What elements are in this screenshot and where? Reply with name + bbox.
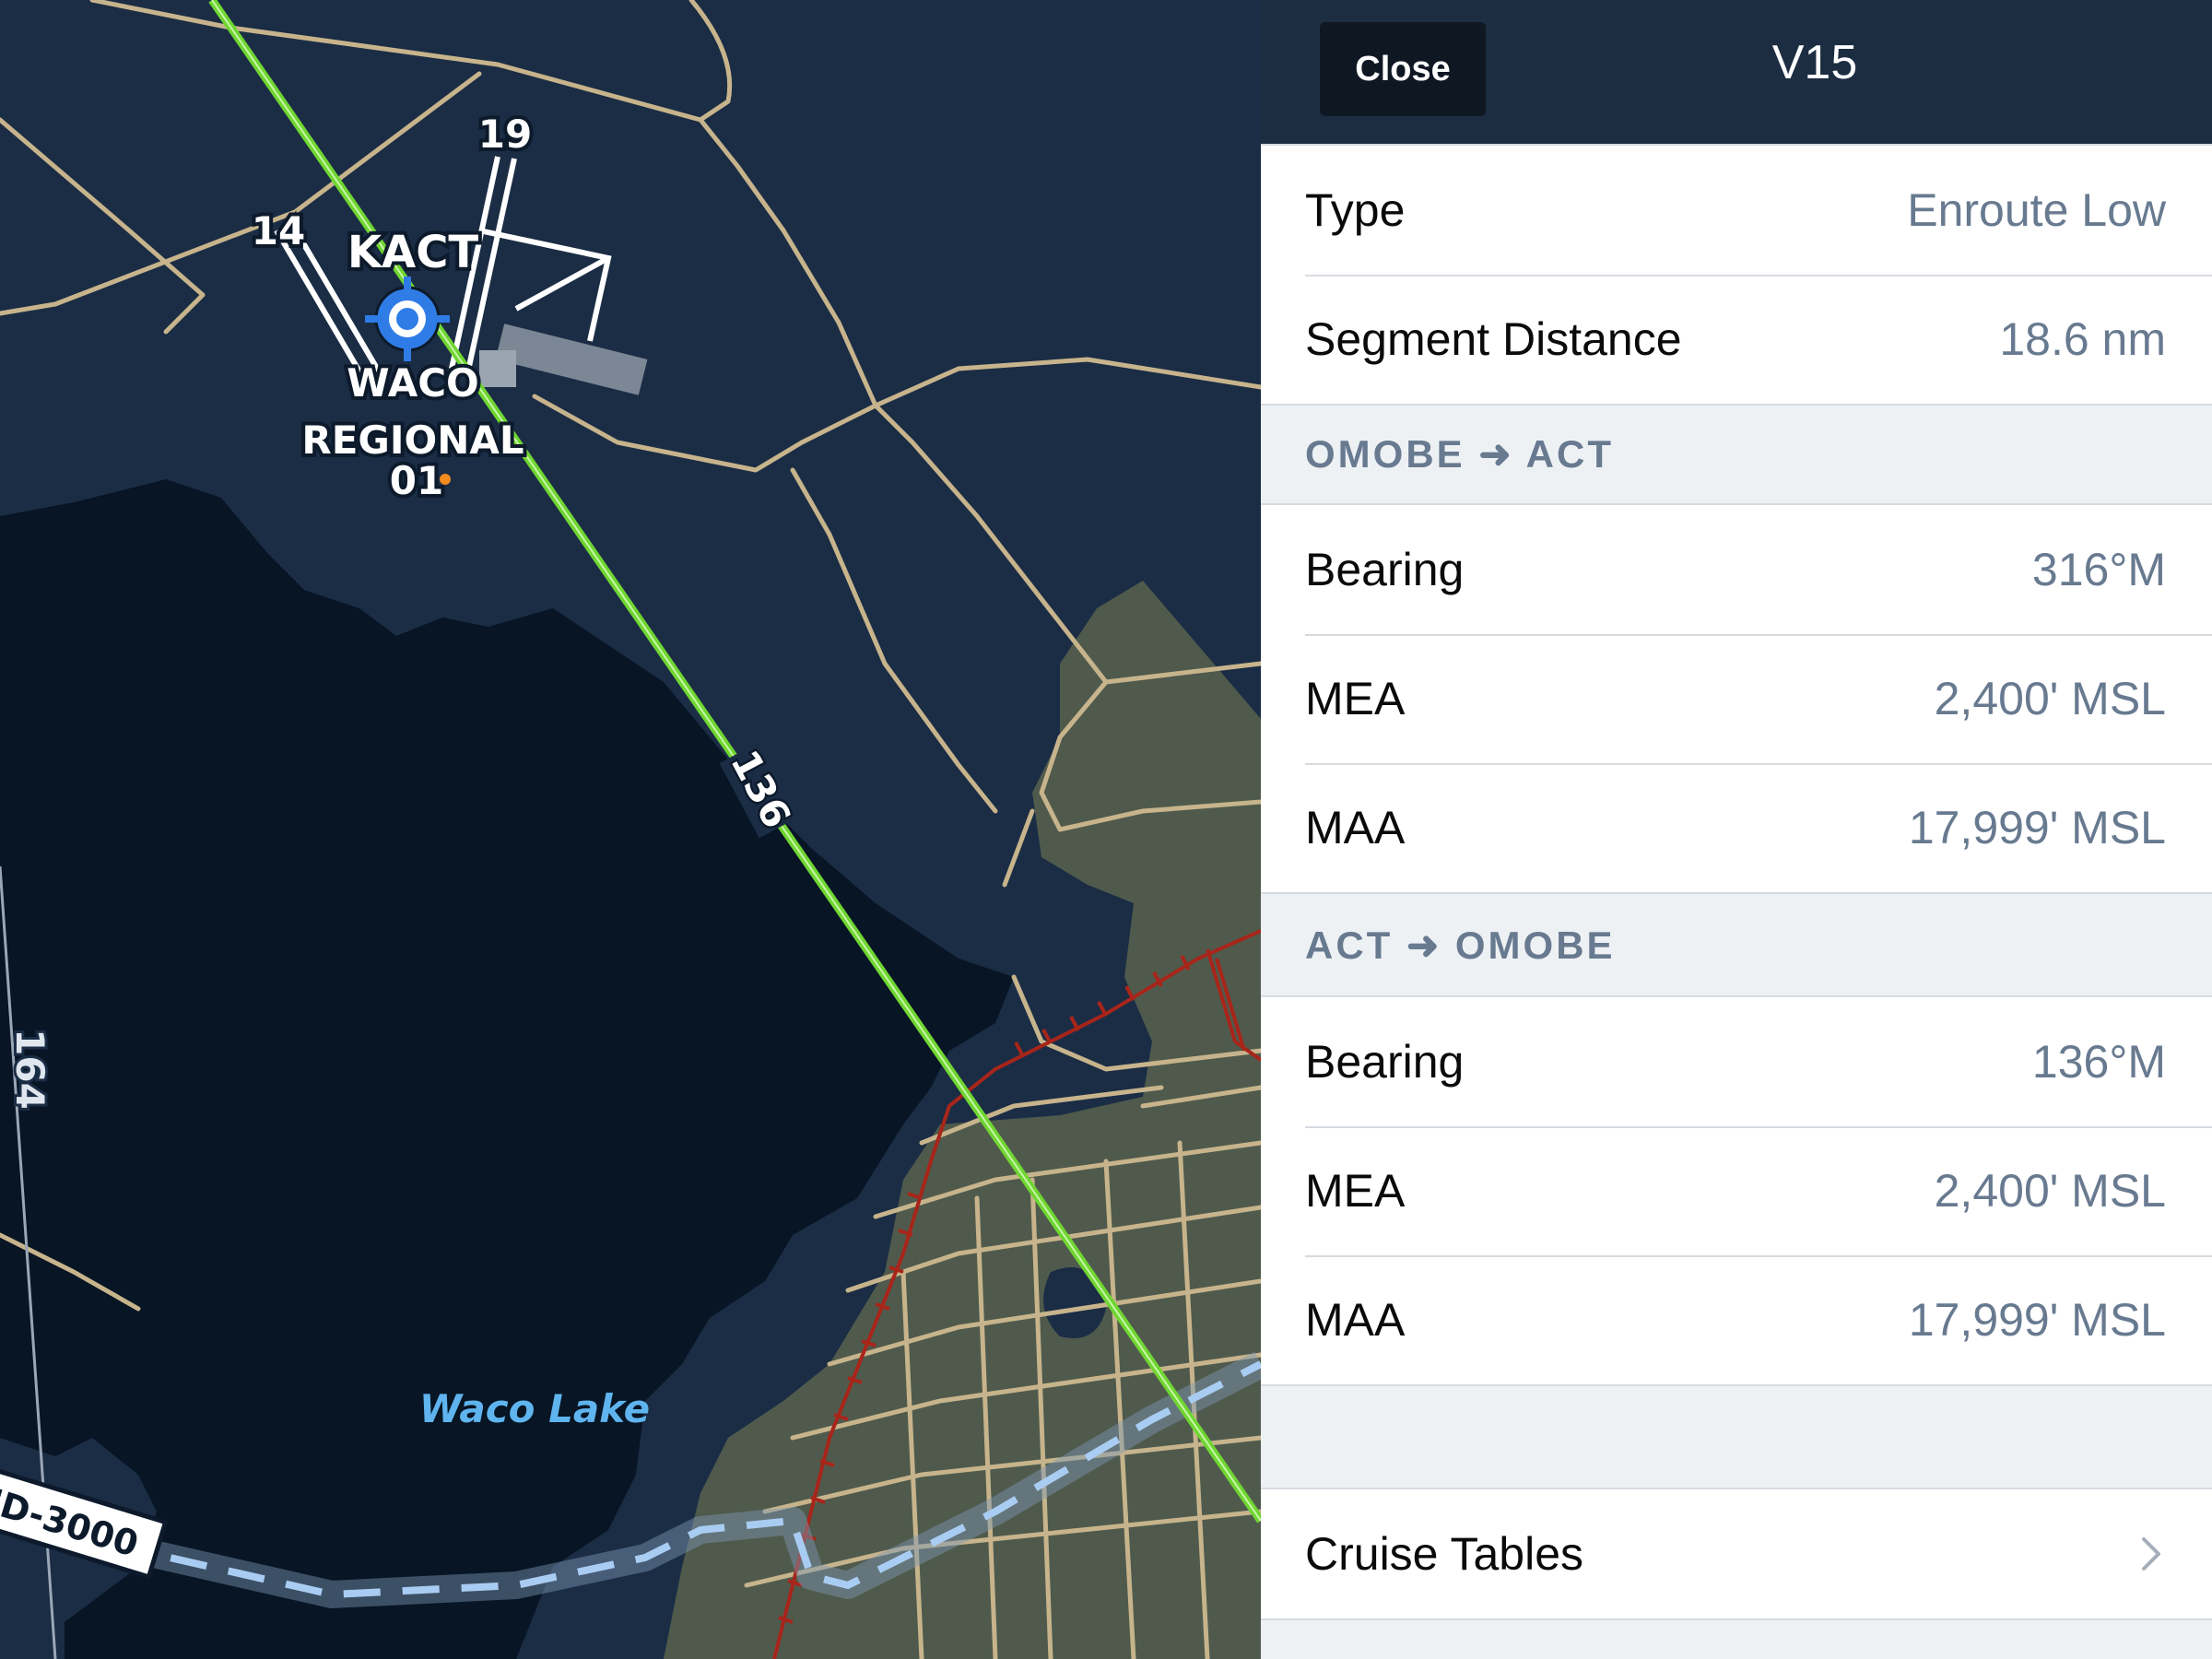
mea-value: 2,400' MSL bbox=[1934, 1165, 2166, 1217]
panel-title-wrap: V15 bbox=[1261, 35, 2212, 90]
cruise-tables-row[interactable]: Cruise Tables bbox=[1261, 1489, 2212, 1618]
maa-value: 17,999' MSL bbox=[1908, 802, 2166, 853]
runway-label-19: 19 bbox=[478, 112, 532, 157]
map-canvas[interactable]: 164 ND-3000 136 19 14 01 KACT WACO REGIO… bbox=[0, 0, 1261, 1659]
side-route-label: 164 bbox=[7, 1029, 53, 1110]
mea-value: 2,400' MSL bbox=[1934, 673, 2166, 724]
airport-name-line2: REGIONAL bbox=[301, 418, 524, 463]
segment-header-act-omobe: ACT ➜ OMOBE bbox=[1305, 923, 1616, 968]
bearing-label: Bearing bbox=[1305, 544, 1465, 595]
map-view[interactable]: 164 ND-3000 136 19 14 01 KACT WACO REGIO… bbox=[0, 0, 1261, 1659]
airport-name-line1: WACO bbox=[347, 360, 478, 406]
runway-label-01: 01 bbox=[390, 458, 443, 503]
segment-group-omobe-act: Bearing 316°M MEA 2,400' MSL MAA 17,999'… bbox=[1261, 503, 2212, 894]
maa-row: MAA 17,999' MSL bbox=[1261, 763, 2212, 892]
airway-detail-panel: Close V15 Type Enroute Low Segment Dista… bbox=[1261, 0, 2212, 1659]
chevron-right-icon bbox=[2142, 1537, 2160, 1571]
bearing-value: 136°M bbox=[2031, 1036, 2166, 1088]
maa-row: MAA 17,999' MSL bbox=[1261, 1255, 2212, 1384]
segment-distance-value: 18.6 nm bbox=[1999, 313, 2166, 365]
segment-to: OMOBE bbox=[1454, 924, 1616, 967]
segment-to: ACT bbox=[1525, 432, 1614, 476]
bearing-label: Bearing bbox=[1305, 1036, 1465, 1088]
bearing-value: 316°M bbox=[2031, 544, 2166, 595]
arrow-right-icon: ➜ bbox=[1478, 432, 1514, 476]
panel-title: V15 bbox=[1771, 36, 1858, 89]
runway-label-14: 14 bbox=[252, 208, 305, 253]
type-value: Enroute Low bbox=[1907, 184, 2166, 236]
panel-header: Close V15 bbox=[1261, 0, 2212, 144]
segment-distance-row: Segment Distance 18.6 nm bbox=[1261, 275, 2212, 404]
arrow-right-icon: ➜ bbox=[1406, 924, 1442, 967]
bearing-row: Bearing 316°M bbox=[1261, 505, 2212, 634]
segment-distance-label: Segment Distance bbox=[1305, 313, 1682, 365]
segment-from: ACT bbox=[1305, 924, 1394, 967]
segment-from: OMOBE bbox=[1305, 432, 1465, 476]
waypoint-marker bbox=[440, 474, 451, 485]
cruise-tables-label: Cruise Tables bbox=[1305, 1528, 1584, 1580]
maa-label: MAA bbox=[1305, 802, 1406, 853]
maa-label: MAA bbox=[1305, 1294, 1406, 1346]
bearing-row: Bearing 136°M bbox=[1261, 997, 2212, 1126]
segment-group-act-omobe: Bearing 136°M MEA 2,400' MSL MAA 17,999'… bbox=[1261, 995, 2212, 1386]
mea-row: MEA 2,400' MSL bbox=[1261, 1126, 2212, 1255]
airport-id-label[interactable]: KACT bbox=[344, 223, 483, 282]
type-row: Type Enroute Low bbox=[1261, 146, 2212, 275]
maa-value: 17,999' MSL bbox=[1908, 1294, 2166, 1346]
cruise-tables-group: Cruise Tables bbox=[1261, 1488, 2212, 1620]
summary-group: Type Enroute Low Segment Distance 18.6 n… bbox=[1261, 144, 2212, 406]
type-label: Type bbox=[1305, 184, 1406, 236]
mea-row: MEA 2,400' MSL bbox=[1261, 634, 2212, 763]
mea-label: MEA bbox=[1305, 673, 1406, 724]
segment-header-omobe-act: OMOBE ➜ ACT bbox=[1305, 431, 1614, 477]
mea-label: MEA bbox=[1305, 1165, 1406, 1217]
lake-label: Waco Lake bbox=[419, 1386, 650, 1431]
